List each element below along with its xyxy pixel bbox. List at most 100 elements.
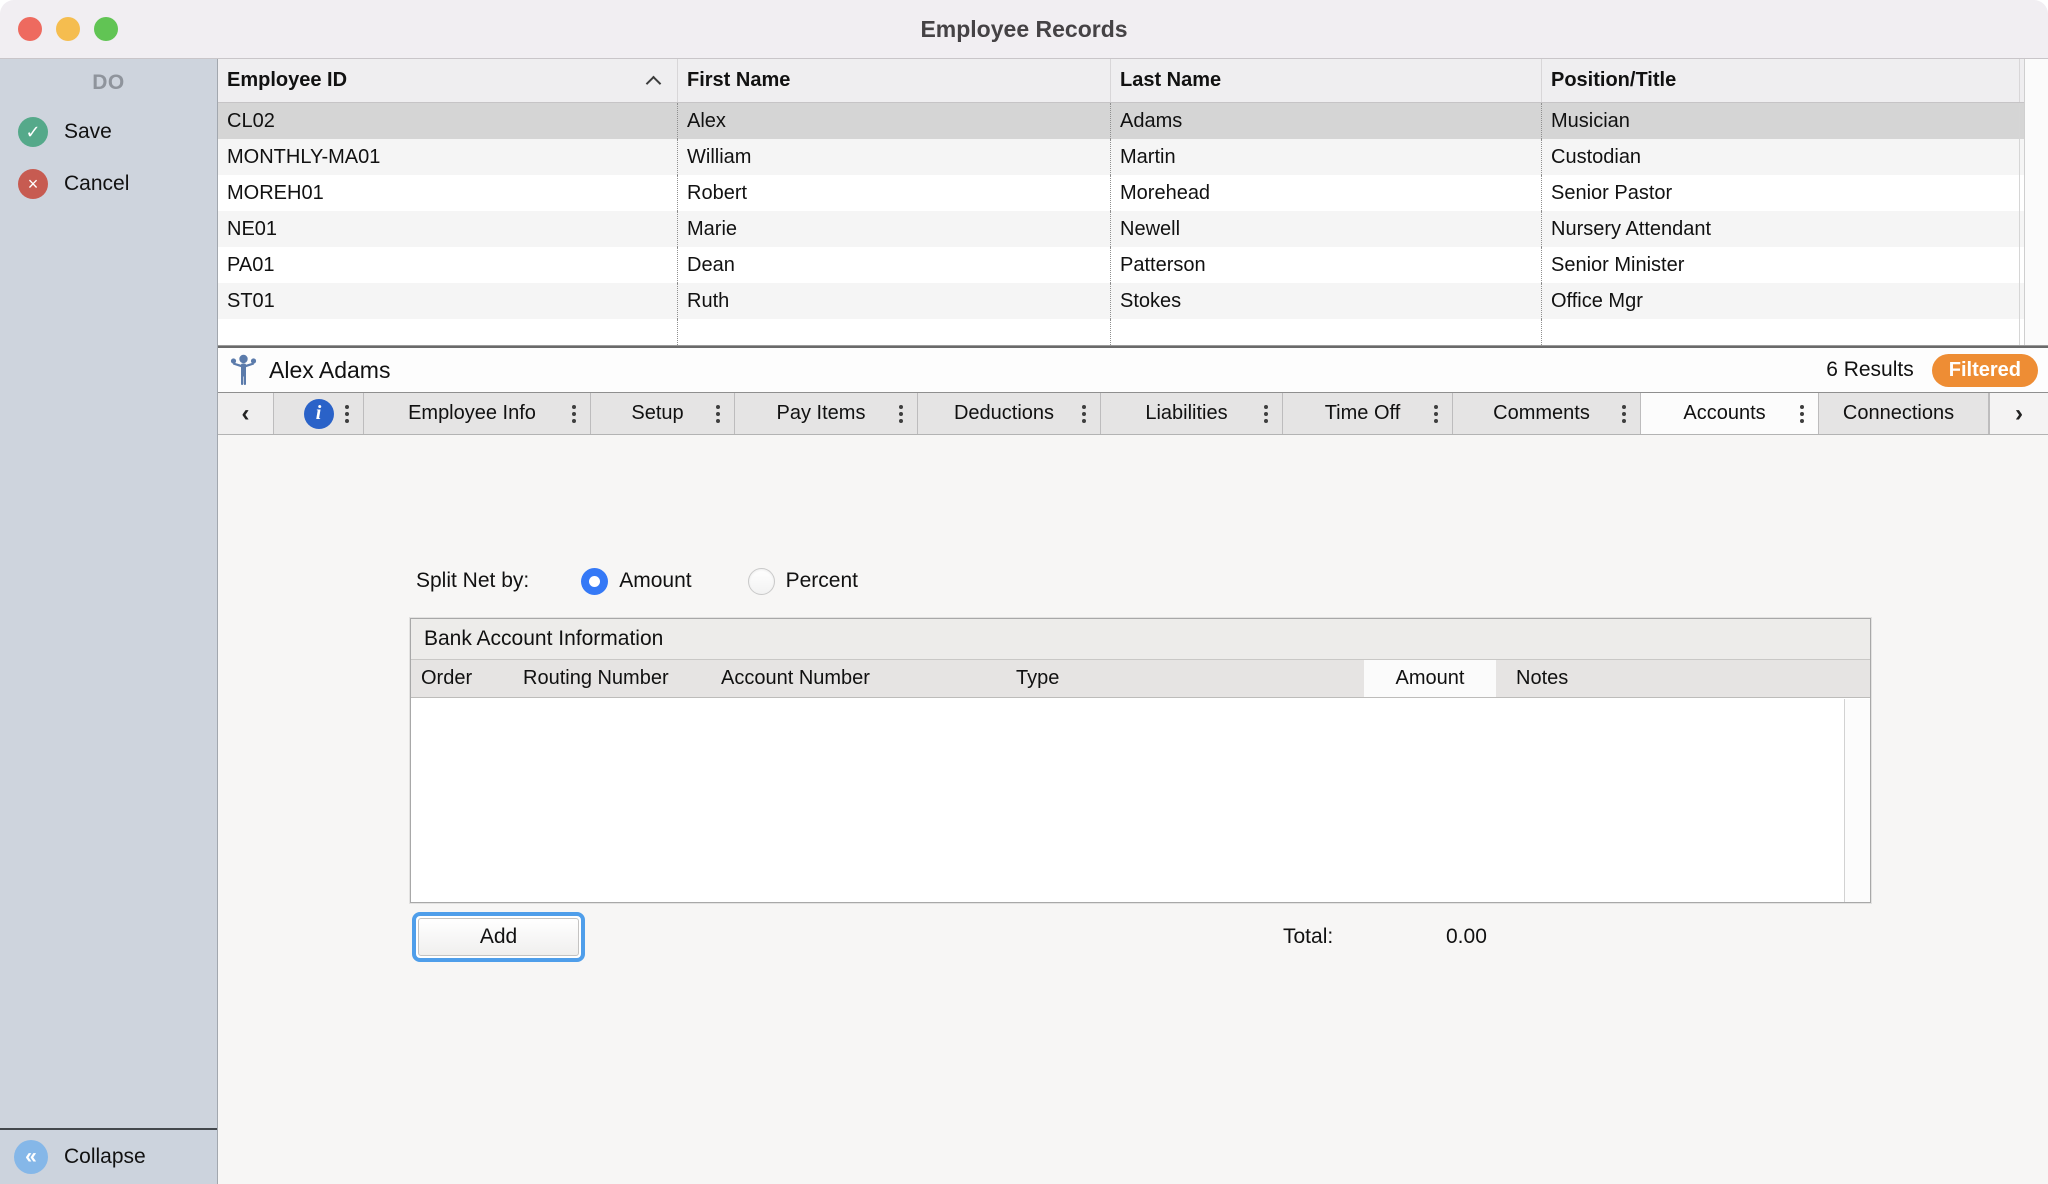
cell-empty [1111,319,1542,345]
cell-empty [678,319,1111,345]
bank-column-header-account-number[interactable]: Account Number [721,660,870,697]
tab-info[interactable]: i [274,393,364,434]
bank-column-header-order[interactable]: Order [421,660,472,697]
x-circle-icon: × [18,169,48,199]
info-icon: i [304,399,334,429]
check-circle-icon: ✓ [18,117,48,147]
cell-id: MONTHLY-MA01 [218,139,678,175]
cell-first: Ruth [678,283,1111,319]
tab-scroll-right-button[interactable]: › [1989,393,2048,434]
bank-column-header-routing-number[interactable]: Routing Number [523,660,669,697]
column-header-employee-id[interactable]: Employee ID [218,59,678,102]
column-header-label: Last Name [1120,69,1221,92]
chevrons-left-icon: « [14,1140,48,1174]
column-header-first-name[interactable]: First Name [678,59,1111,102]
bank-column-header-notes[interactable]: Notes [1516,660,1568,697]
cell-id: MOREH01 [218,175,678,211]
tab-menu-dots-icon[interactable] [1082,405,1086,423]
tab-label: Liabilities [1145,402,1237,425]
cell-empty [218,319,678,345]
tab-menu-dots-icon[interactable] [1800,405,1804,423]
tab-menu-dots-icon[interactable] [1264,405,1268,423]
column-header-label: Position/Title [1551,69,1676,92]
cell-title: Musician [1542,103,2020,139]
sidebar-item-save[interactable]: ✓ Save [0,117,217,147]
table-row[interactable]: ST01RuthStokesOffice Mgr [218,283,2048,319]
minimize-window-button[interactable] [56,17,80,41]
tab-menu-dots-icon[interactable] [1622,405,1626,423]
cell-title: Office Mgr [1542,283,2020,319]
cell-last: Morehead [1111,175,1542,211]
tab-employee-info[interactable]: Employee Info [364,393,591,434]
table-row[interactable]: MOREH01RobertMoreheadSenior Pastor [218,175,2048,211]
tab-menu-dots-icon[interactable] [899,405,903,423]
tab-setup[interactable]: Setup [591,393,735,434]
column-header-label: First Name [687,69,790,92]
column-header-last-name[interactable]: Last Name [1111,59,1542,102]
tab-scroll-left-button[interactable]: ‹ [218,393,274,434]
selected-employee-name: Alex Adams [269,357,390,384]
column-header-label: Employee ID [227,69,347,92]
tab-accounts[interactable]: Accounts [1641,393,1819,434]
cell-empty [1542,319,2020,345]
radio-selected-icon[interactable] [581,568,608,595]
employee-table-scrollbar[interactable] [2024,59,2048,345]
employee-table-header: Employee ID First Name Last Name Position/T… [218,59,2048,103]
sidebar-item-label: Cancel [64,172,129,196]
cell-title: Senior Minister [1542,247,2020,283]
add-account-button[interactable]: Add [418,918,579,956]
collapse-button[interactable]: « Collapse [0,1128,217,1184]
tab-menu-dots-icon[interactable] [716,405,720,423]
tab-menu-dots-icon[interactable] [572,405,576,423]
tab-deductions[interactable]: Deductions [918,393,1101,434]
radio-option-amount[interactable]: Amount [581,568,691,595]
bank-table-scrollbar[interactable] [1844,699,1870,902]
tab-label: Time Off [1325,402,1411,425]
filtered-badge[interactable]: Filtered [1932,354,2038,387]
employee-table: Employee ID First Name Last Name Position/T… [218,59,2048,346]
tab-menu-dots-icon[interactable] [345,405,349,423]
radio-label: Amount [619,569,691,593]
cell-first: William [678,139,1111,175]
tab-time-off[interactable]: Time Off [1283,393,1453,434]
total-value: 0.00 [1446,925,1487,949]
tab-comments[interactable]: Comments [1453,393,1641,434]
cell-title: Nursery Attendant [1542,211,2020,247]
tab-connections[interactable]: Connections [1819,393,1989,434]
tab-menu-dots-icon[interactable] [1434,405,1438,423]
cell-last: Newell [1111,211,1542,247]
split-net-row: Split Net by: AmountPercent [416,559,914,603]
tab-label: Comments [1493,402,1600,425]
title-bar: Employee Records [0,0,2048,59]
bank-column-header-amount[interactable]: Amount [1364,660,1496,697]
sidebar-item-cancel[interactable]: × Cancel [0,169,217,199]
radio-option-percent[interactable]: Percent [748,568,858,595]
table-filler-row [218,319,2048,345]
sidebar-item-label: Save [64,120,112,144]
cell-first: Robert [678,175,1111,211]
cell-first: Alex [678,103,1111,139]
tab-liabilities[interactable]: Liabilities [1101,393,1283,434]
add-button-focus-ring: Add [412,912,585,962]
column-header-position-title[interactable]: Position/Title [1542,59,2020,102]
window-title: Employee Records [0,16,2048,43]
table-row[interactable]: PA01DeanPattersonSenior Minister [218,247,2048,283]
results-count: 6 Results [1826,358,1914,382]
tab-label: Connections [1843,402,1964,425]
table-row[interactable]: NE01MarieNewellNursery Attendant [218,211,2048,247]
radio-label: Percent [786,569,858,593]
tab-pay-items[interactable]: Pay Items [735,393,918,434]
cell-first: Dean [678,247,1111,283]
table-row[interactable]: MONTHLY-MA01WilliamMartinCustodian [218,139,2048,175]
tab-label: Accounts [1683,402,1775,425]
bank-table-body[interactable] [411,699,1870,902]
cell-last: Adams [1111,103,1542,139]
bank-account-panel: Bank Account Information OrderRouting Nu… [410,618,1871,903]
employee-person-icon [230,354,257,386]
radio-unselected-icon[interactable] [748,568,775,595]
zoom-window-button[interactable] [94,17,118,41]
table-row[interactable]: CL02AlexAdamsMusician [218,103,2048,139]
close-window-button[interactable] [18,17,42,41]
cell-id: NE01 [218,211,678,247]
bank-column-header-type[interactable]: Type [1016,660,1059,697]
